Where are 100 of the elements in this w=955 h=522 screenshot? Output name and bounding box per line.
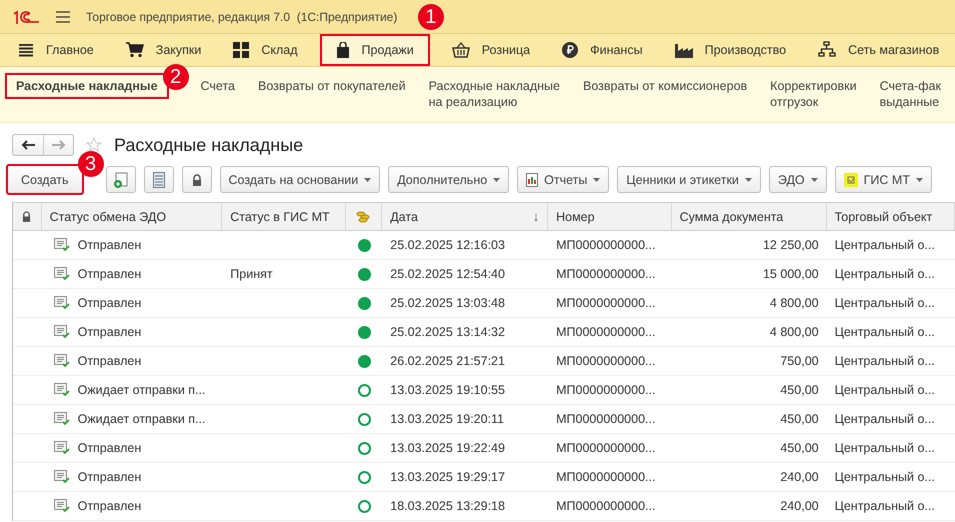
table-cell: Отправлен [78, 325, 142, 339]
star-icon[interactable] [86, 137, 102, 153]
column-header[interactable]: Торговый объект [826, 203, 955, 230]
document-check-icon [54, 296, 70, 310]
table-cell: МП0000000000... [556, 354, 656, 368]
menu-button[interactable]: ГИС МТ [834, 166, 932, 193]
table-cell: МП0000000000... [556, 499, 656, 513]
lock-button[interactable] [182, 166, 212, 193]
network-icon [818, 41, 836, 59]
table-cell: 450,00 [780, 412, 819, 426]
section-tab[interactable]: Сеть магазинов [808, 34, 950, 66]
column-header[interactable]: Сумма документа [672, 203, 827, 230]
table-cell: 240,00 [780, 470, 819, 484]
table-cell: 18.03.2025 13:29:18 [390, 499, 505, 513]
lock-icon [192, 174, 202, 186]
table-cell: Центральный о... [834, 470, 935, 484]
table-cell: Отправлен [78, 441, 142, 455]
menu-button[interactable]: Дополнительно [388, 166, 510, 193]
table-cell: 25.02.2025 13:03:48 [390, 296, 505, 310]
create-button[interactable]: Создать [6, 164, 84, 195]
sort-arrow: ↓ [532, 210, 540, 224]
basket-icon [452, 42, 470, 58]
menu-icon [18, 42, 34, 58]
factory-icon [674, 42, 693, 58]
table-cell: Центральный о... [834, 325, 935, 339]
subsection-link[interactable]: Счета [190, 73, 246, 99]
lock-icon [22, 211, 32, 222]
menu-button[interactable]: ЭДО [768, 166, 827, 193]
table-cell: Отправлен [78, 470, 142, 484]
report-icon [526, 172, 538, 186]
copy-button[interactable] [106, 166, 136, 193]
table-cell: Ожидает отправки п... [78, 383, 206, 397]
table-cell: 13.03.2025 19:29:17 [390, 470, 505, 484]
section-tab[interactable]: Производство [664, 34, 796, 66]
caret-icon [493, 178, 500, 182]
ruble-icon [562, 42, 578, 58]
list-button[interactable] [144, 166, 174, 193]
menu-button[interactable]: Отчеты [517, 166, 610, 193]
table-cell: Центральный о... [834, 412, 935, 426]
table-cell: МП0000000000... [556, 383, 656, 397]
table-cell: 450,00 [780, 383, 819, 397]
subsection-link[interactable]: Возвраты от комиссионеров [572, 73, 758, 99]
table-cell: 4 800,00 [770, 296, 819, 310]
document-check-icon [54, 412, 70, 426]
table-cell: 12 250,00 [762, 238, 819, 252]
table-cell: Принят [230, 267, 273, 281]
table-cell: МП0000000000... [556, 470, 656, 484]
section-tab[interactable]: Розница [442, 34, 540, 66]
column-header[interactable]: Статус в ГИС МТ [222, 203, 346, 230]
window-title: Торговое предприятие, редакция 7.0 (1С:Предприятие) [86, 10, 398, 24]
document-check-icon [54, 499, 70, 513]
table-cell: Отправлен [78, 354, 142, 368]
subsection-link[interactable]: Расходные накладные [5, 73, 169, 99]
section-tab[interactable]: Склад [223, 34, 308, 66]
subsection-link[interactable]: Возвраты от покупателей [247, 73, 417, 99]
subsection-link[interactable]: Корректировки отгрузок [759, 73, 868, 115]
table-cell: 450,00 [780, 441, 819, 455]
table-cell: 25.02.2025 12:16:03 [390, 238, 505, 252]
table-cell: Центральный о... [834, 441, 935, 455]
add-document-icon [112, 172, 129, 188]
section-tab[interactable]: Закупки [116, 34, 212, 66]
grid-icon [233, 42, 250, 58]
callout-badge: 3 [78, 151, 104, 177]
menu-button[interactable]: Ценники и этикетки [617, 166, 761, 193]
column-header[interactable]: Дата ↓ [382, 203, 548, 230]
menu-button[interactable]: Создать на основании [220, 166, 380, 193]
caret-icon [593, 178, 600, 182]
section-tab[interactable]: Главное [8, 34, 104, 66]
table-cell: 13.03.2025 19:22:49 [390, 441, 505, 455]
column-header[interactable]: Статус обмена ЭДО [42, 203, 222, 230]
document-check-icon [54, 383, 70, 397]
table-cell: МП0000000000... [556, 238, 656, 252]
document-check-icon [54, 325, 70, 339]
column-header[interactable]: Номер [548, 203, 672, 230]
document-check-icon [54, 354, 70, 368]
table-cell: 25.02.2025 13:14:32 [390, 325, 505, 339]
caret-icon [916, 178, 923, 182]
table-cell: МП0000000000... [556, 441, 656, 455]
table-cell: 13.03.2025 19:10:55 [390, 383, 505, 397]
table-cell: 15 000,00 [762, 267, 819, 281]
table-cell: МП0000000000... [556, 325, 656, 339]
table-cell: Ожидает отправки п... [78, 412, 206, 426]
table-cell: Отправлен [78, 267, 142, 281]
subsection-link[interactable]: Счета-фак выданные [868, 73, 952, 115]
menu-icon[interactable] [56, 10, 70, 22]
document-check-icon [54, 267, 70, 281]
forward-arrow-icon [52, 140, 66, 150]
section-tab[interactable]: Финансы [552, 34, 653, 66]
table-cell: Центральный о... [834, 267, 935, 281]
document-check-icon [54, 470, 70, 484]
table-cell: Центральный о... [834, 238, 935, 252]
gis-icon [844, 172, 858, 186]
back-arrow-icon [21, 140, 35, 150]
coins-icon [356, 210, 370, 222]
caret-icon [744, 178, 752, 182]
subsection-link[interactable]: Расходные накладные на реализацию [418, 73, 571, 115]
document-check-icon [54, 441, 70, 455]
caret-icon [364, 178, 372, 182]
table-cell: Центральный о... [834, 354, 935, 368]
section-tab[interactable]: Продажи [320, 34, 430, 66]
